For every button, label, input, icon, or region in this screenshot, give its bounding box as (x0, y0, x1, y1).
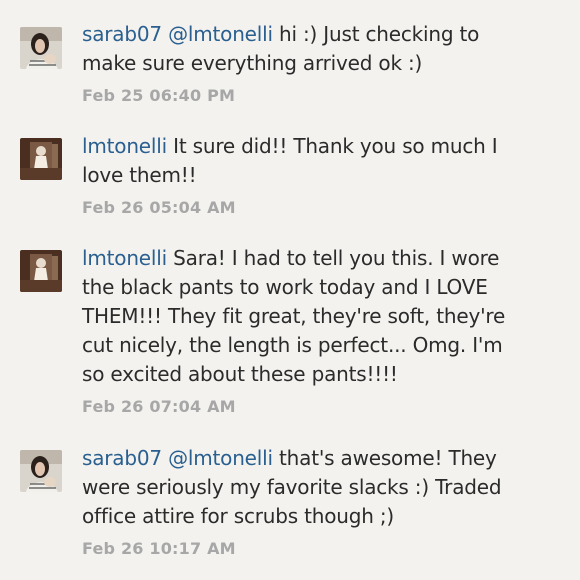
comment-text: lmtonelli Sara! I had to tell you this. … (82, 244, 522, 389)
comment-username[interactable]: lmtonelli (82, 134, 167, 158)
comment-timestamp: Feb 26 05:04 AM (82, 198, 236, 217)
comment-text: sarab07 @lmtonelli that's awesome! They … (82, 444, 522, 531)
comment-username[interactable]: lmtonelli (82, 246, 167, 270)
comment-text: sarab07 @lmtonelli hi :) Just checking t… (82, 20, 522, 78)
user-avatar-sarab07[interactable] (20, 27, 62, 69)
comment-username[interactable]: sarab07 (82, 22, 162, 46)
user-avatar-sarab07[interactable] (20, 450, 62, 492)
comment-mention[interactable]: @lmtonelli (168, 22, 273, 46)
comment-mention[interactable]: @lmtonelli (168, 446, 273, 470)
comment-timestamp: Feb 26 10:17 AM (82, 539, 236, 558)
user-avatar-lmtonelli[interactable] (20, 250, 62, 292)
comment-timestamp: Feb 26 07:04 AM (82, 397, 236, 416)
user-avatar-lmtonelli[interactable] (20, 138, 62, 180)
comment-text: lmtonelli It sure did!! Thank you so muc… (82, 132, 522, 190)
comment-timestamp: Feb 25 06:40 PM (82, 86, 236, 105)
comment-username[interactable]: sarab07 (82, 446, 162, 470)
